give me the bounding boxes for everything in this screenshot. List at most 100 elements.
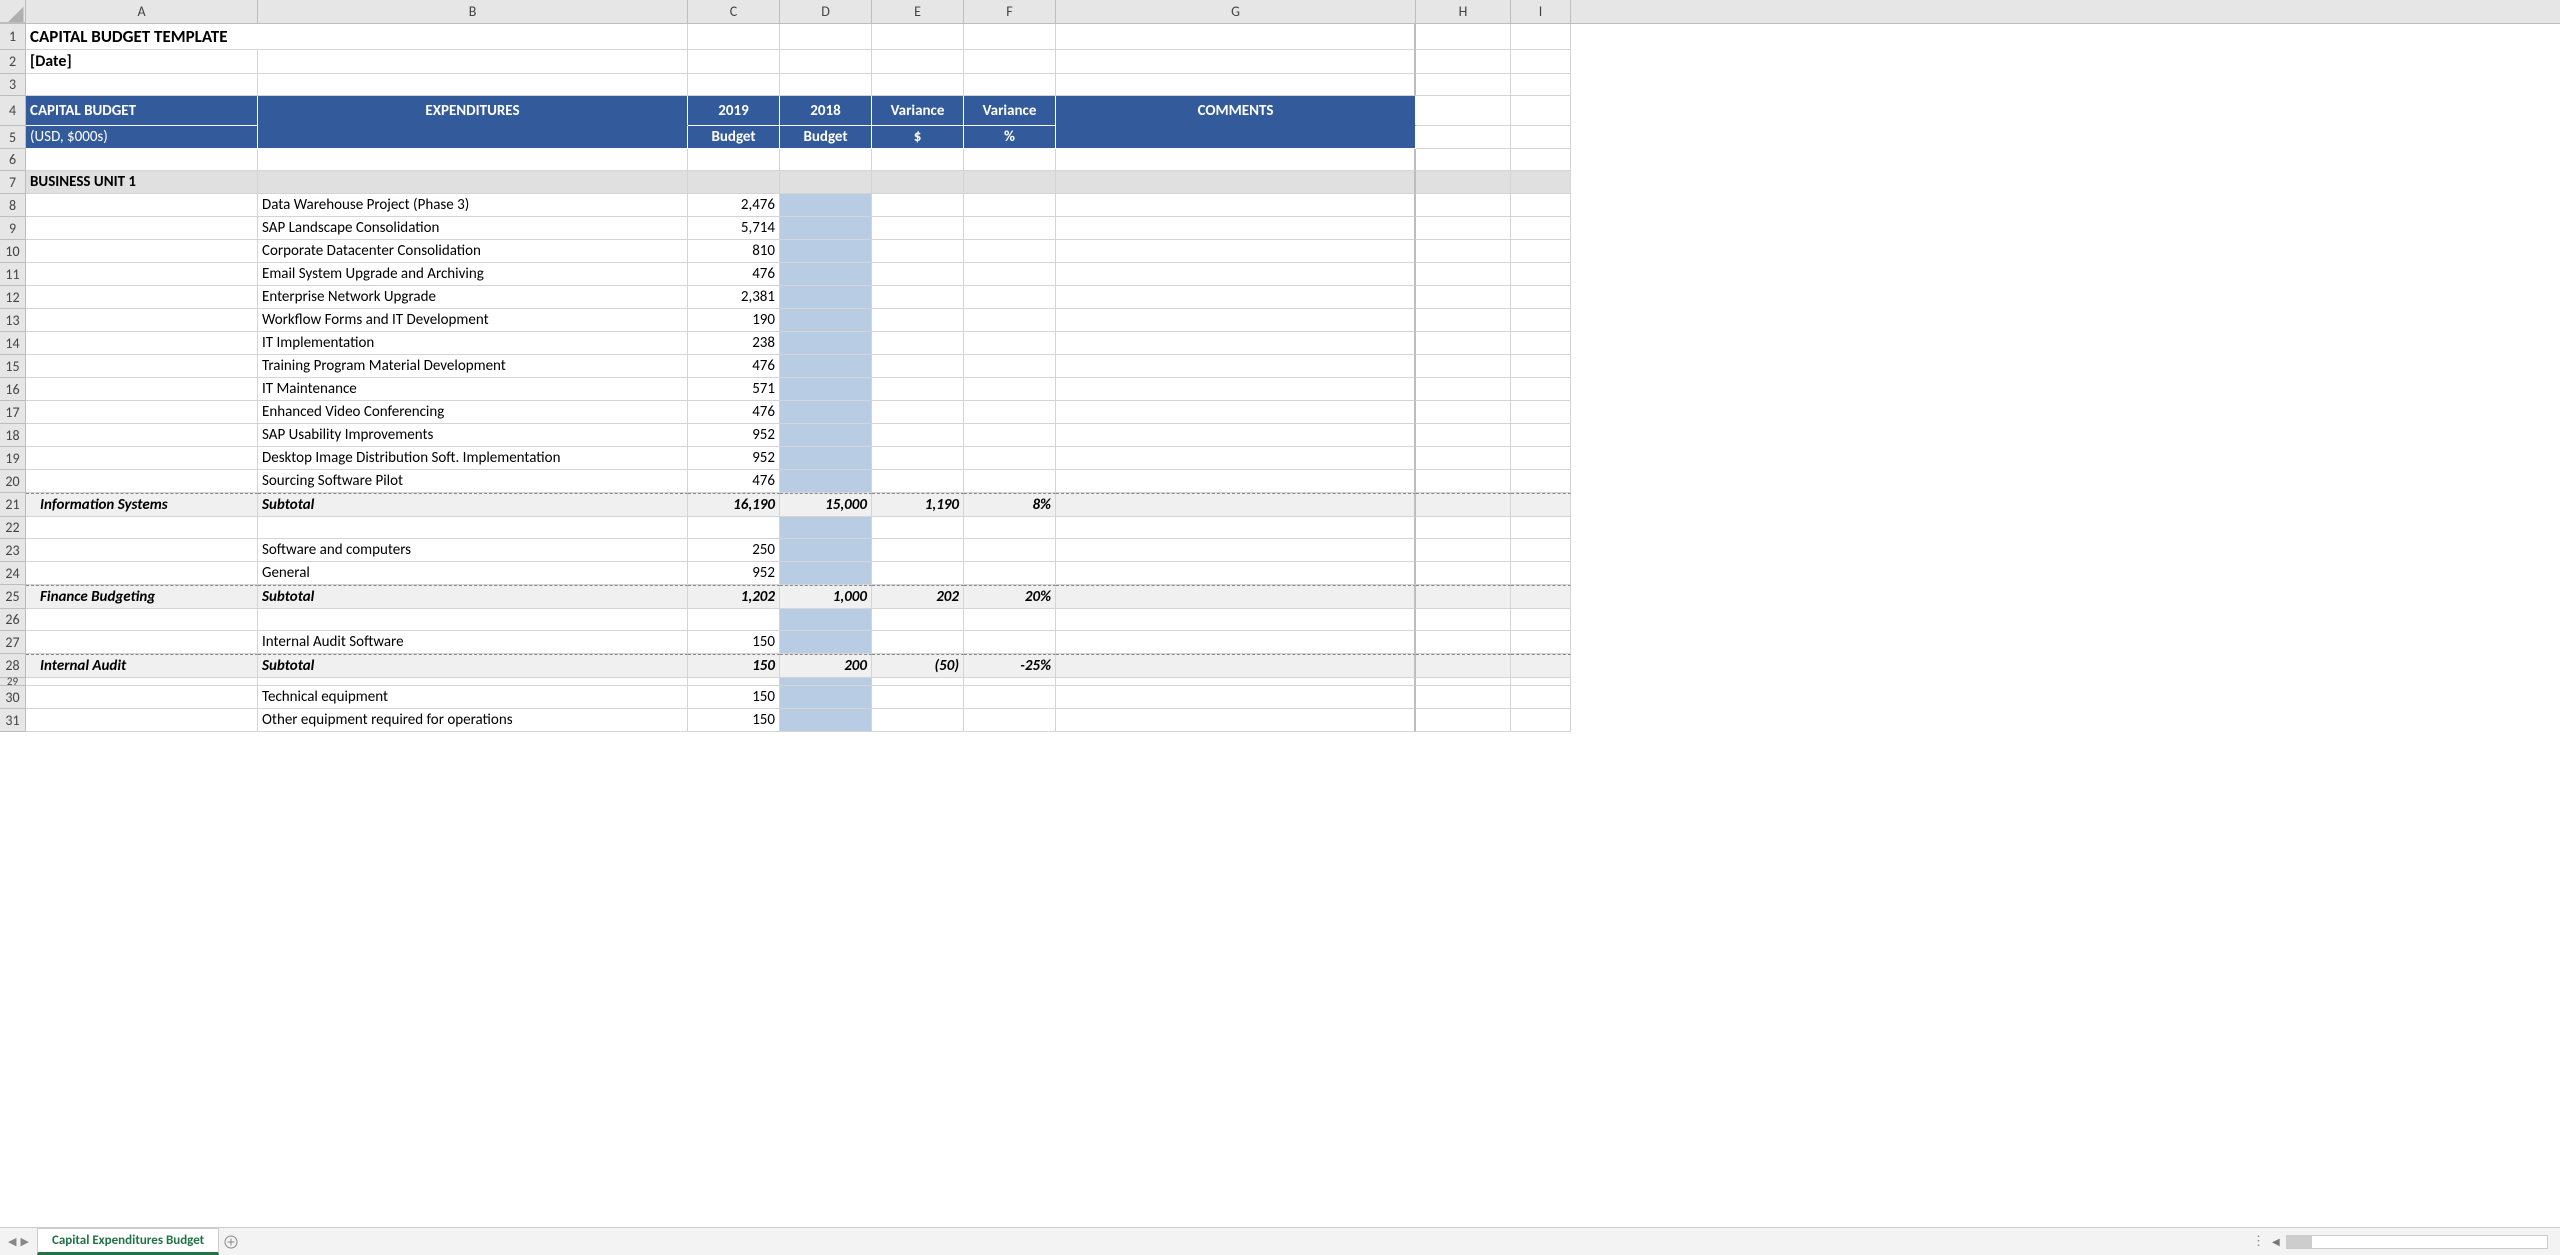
- col-header-E[interactable]: E: [872, 0, 964, 23]
- row-header-9[interactable]: 9: [0, 217, 26, 240]
- cell[interactable]: [872, 263, 964, 286]
- line-item-label[interactable]: Email System Upgrade and Archiving: [258, 263, 688, 286]
- cell[interactable]: [1511, 126, 1571, 149]
- line-item-2018[interactable]: [780, 686, 872, 709]
- cell[interactable]: [1416, 562, 1511, 585]
- cell[interactable]: [1511, 332, 1571, 355]
- scroll-thumb[interactable]: [2287, 1236, 2312, 1248]
- cell[interactable]: [1511, 539, 1571, 562]
- row-header-17[interactable]: 17: [0, 401, 26, 424]
- line-item-2018[interactable]: [780, 240, 872, 263]
- line-item-2019[interactable]: 571: [688, 378, 780, 401]
- cell[interactable]: [26, 286, 258, 309]
- cell[interactable]: [872, 309, 964, 332]
- line-item-label[interactable]: Workflow Forms and IT Development: [258, 309, 688, 332]
- cell[interactable]: [780, 678, 872, 686]
- cell[interactable]: [1416, 709, 1511, 732]
- cell[interactable]: [26, 678, 258, 686]
- line-item-2019[interactable]: 150: [688, 709, 780, 732]
- cell[interactable]: [872, 470, 964, 493]
- line-item-label[interactable]: Software and computers: [258, 539, 688, 562]
- row-header-25[interactable]: 25: [0, 585, 26, 609]
- cell[interactable]: [26, 447, 258, 470]
- cell[interactable]: [1416, 378, 1511, 401]
- row-header-13[interactable]: 13: [0, 309, 26, 332]
- cell[interactable]: [26, 401, 258, 424]
- subtotal-var[interactable]: (50): [872, 654, 964, 678]
- cell[interactable]: [1416, 678, 1511, 686]
- cell[interactable]: [26, 355, 258, 378]
- cell[interactable]: [258, 609, 688, 631]
- subtotal-label-is[interactable]: Information Systems: [26, 493, 258, 517]
- cell[interactable]: [26, 217, 258, 240]
- scroll-left-icon[interactable]: ◀: [2272, 1235, 2280, 1248]
- line-item-2019[interactable]: 476: [688, 355, 780, 378]
- cell[interactable]: [1056, 286, 1416, 309]
- row-header-20[interactable]: 20: [0, 470, 26, 493]
- cell[interactable]: [1416, 96, 1511, 126]
- cell[interactable]: [26, 74, 258, 96]
- line-item-2019[interactable]: 2,476: [688, 194, 780, 217]
- cell[interactable]: [964, 74, 1056, 96]
- line-item-2019[interactable]: 5,714: [688, 217, 780, 240]
- line-item-2018[interactable]: [780, 447, 872, 470]
- cell[interactable]: [1056, 171, 1416, 194]
- cell[interactable]: [1511, 240, 1571, 263]
- cell[interactable]: [1416, 24, 1511, 50]
- line-item-label[interactable]: IT Maintenance: [258, 378, 688, 401]
- cell[interactable]: [964, 401, 1056, 424]
- line-item-2019[interactable]: 476: [688, 263, 780, 286]
- cell[interactable]: [780, 517, 872, 539]
- cell[interactable]: [780, 149, 872, 171]
- cell[interactable]: [1056, 631, 1416, 654]
- select-all-corner[interactable]: [0, 0, 26, 23]
- subtotal-var[interactable]: 1,190: [872, 493, 964, 517]
- cell[interactable]: [1511, 263, 1571, 286]
- subtotal-2018[interactable]: 200: [780, 654, 872, 678]
- cell[interactable]: [964, 171, 1056, 194]
- cell[interactable]: [872, 217, 964, 240]
- row-header-30[interactable]: 30: [0, 686, 26, 709]
- cell[interactable]: [1416, 126, 1511, 149]
- row-header-26[interactable]: 26: [0, 609, 26, 631]
- cell[interactable]: [26, 424, 258, 447]
- cell[interactable]: [872, 447, 964, 470]
- row-header-8[interactable]: 8: [0, 194, 26, 217]
- cell[interactable]: [688, 678, 780, 686]
- cell[interactable]: [872, 401, 964, 424]
- subtotal-text[interactable]: Subtotal: [258, 493, 688, 517]
- line-item-label[interactable]: Corporate Datacenter Consolidation: [258, 240, 688, 263]
- cell[interactable]: [1511, 171, 1571, 194]
- cell[interactable]: [872, 709, 964, 732]
- date-cell[interactable]: [Date]: [26, 50, 258, 74]
- cell[interactable]: [1056, 240, 1416, 263]
- cell[interactable]: [1056, 585, 1416, 609]
- col-header-H[interactable]: H: [1416, 0, 1511, 23]
- cell[interactable]: [26, 240, 258, 263]
- line-item-2019[interactable]: 952: [688, 424, 780, 447]
- cell[interactable]: [964, 378, 1056, 401]
- cell[interactable]: [872, 286, 964, 309]
- cell[interactable]: [1511, 286, 1571, 309]
- cell[interactable]: [964, 539, 1056, 562]
- line-item-2019[interactable]: 476: [688, 470, 780, 493]
- cell[interactable]: [964, 24, 1056, 50]
- cell[interactable]: [688, 24, 780, 50]
- cell[interactable]: [1056, 332, 1416, 355]
- cell[interactable]: [964, 240, 1056, 263]
- cell[interactable]: [1056, 678, 1416, 686]
- line-item-label[interactable]: Enhanced Video Conferencing: [258, 401, 688, 424]
- cell[interactable]: [688, 171, 780, 194]
- cell[interactable]: [964, 686, 1056, 709]
- line-item-2018[interactable]: [780, 217, 872, 240]
- cell[interactable]: [872, 194, 964, 217]
- row-header-16[interactable]: 16: [0, 378, 26, 401]
- hdr-usd[interactable]: (USD, $000s): [26, 126, 258, 149]
- cell[interactable]: [872, 539, 964, 562]
- col-header-G[interactable]: G: [1056, 0, 1416, 23]
- cell[interactable]: [26, 517, 258, 539]
- cell[interactable]: [872, 562, 964, 585]
- cell[interactable]: [26, 539, 258, 562]
- row-header-29[interactable]: 29: [0, 678, 26, 686]
- hdr-budget-2019[interactable]: Budget: [688, 126, 780, 149]
